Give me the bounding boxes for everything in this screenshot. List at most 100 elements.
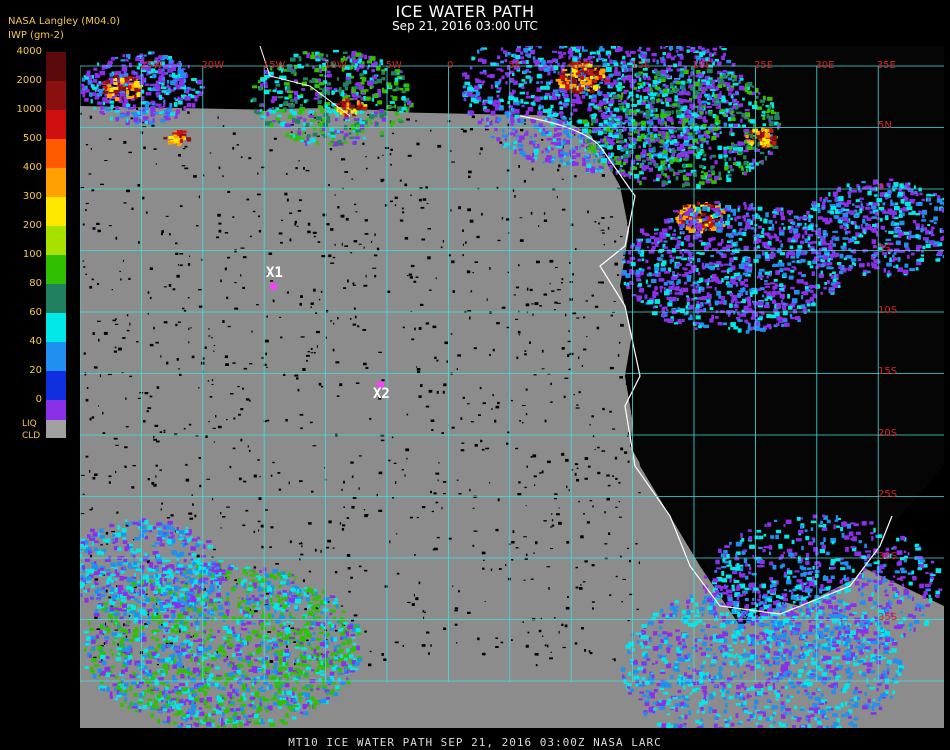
ice-cloud-pixel: [721, 295, 725, 301]
ice-cloud-pixel: [712, 79, 716, 83]
ice-cloud-pixel: [659, 122, 665, 125]
clear-sky-pixel: [572, 273, 574, 276]
clear-sky-pixel: [402, 326, 405, 329]
ice-cloud-pixel: [353, 86, 360, 90]
ice-cloud-pixel: [591, 149, 597, 153]
ice-cloud-pixel: [84, 98, 89, 102]
ice-cloud-pixel: [299, 107, 306, 111]
clear-sky-pixel: [300, 541, 302, 543]
clear-sky-pixel: [600, 229, 605, 231]
ice-cloud-pixel: [301, 88, 306, 91]
ice-cloud-pixel: [716, 61, 722, 66]
clear-sky-pixel: [522, 421, 524, 424]
ice-cloud-pixel: [288, 94, 293, 99]
clear-sky-pixel: [352, 323, 357, 326]
ice-cloud-pixel: [660, 70, 667, 75]
ice-cloud-pixel: [125, 58, 129, 62]
ice-cloud-pixel: [723, 84, 726, 88]
ice-cloud-pixel: [642, 149, 647, 153]
ice-cloud-pixel: [388, 105, 395, 108]
ice-cloud-pixel: [676, 46, 682, 50]
ice-cloud-pixel: [496, 62, 499, 66]
ice-cloud-pixel: [293, 96, 298, 101]
ice-cloud-pixel: [257, 80, 261, 84]
ice-cloud-pixel: [663, 46, 667, 49]
units-label: IWP (gm-2): [8, 30, 64, 41]
ice-cloud-pixel: [288, 104, 295, 108]
ice-cloud-pixel: [128, 85, 132, 89]
ice-cloud-pixel: [559, 84, 566, 89]
legend-swatch: [46, 284, 66, 313]
clear-sky-pixel: [514, 195, 516, 198]
ice-cloud-pixel: [578, 146, 581, 149]
clear-sky-pixel: [275, 563, 279, 565]
ice-cloud-pixel: [726, 177, 732, 183]
clear-sky-pixel: [297, 210, 302, 212]
clear-sky-pixel: [558, 507, 560, 509]
ice-cloud-pixel: [782, 305, 787, 311]
ice-cloud-pixel: [557, 132, 563, 136]
ice-cloud-pixel: [566, 134, 571, 138]
ice-cloud-pixel: [721, 55, 725, 61]
clear-sky-pixel: [497, 239, 501, 242]
ice-cloud-pixel: [771, 109, 775, 115]
ice-cloud-pixel: [318, 122, 323, 126]
ice-cloud-pixel: [636, 178, 640, 183]
ice-cloud-pixel: [602, 75, 606, 79]
clear-sky-pixel: [163, 429, 166, 432]
ice-cloud-pixel: [639, 171, 644, 175]
ice-cloud-pixel: [364, 54, 367, 60]
clear-sky-pixel: [344, 245, 349, 247]
ice-cloud-pixel: [696, 114, 700, 117]
ice-cloud-pixel: [595, 118, 599, 124]
clear-sky-pixel: [556, 289, 561, 291]
clear-sky-pixel: [100, 544, 103, 546]
ice-cloud-pixel: [166, 79, 170, 84]
clear-sky-pixel: [583, 513, 585, 515]
ice-cloud-pixel: [527, 154, 531, 160]
ice-cloud-pixel: [504, 59, 508, 63]
ice-cloud-pixel: [327, 82, 332, 86]
ice-cloud-pixel: [591, 123, 594, 126]
ice-cloud-pixel: [180, 130, 187, 133]
clear-sky-pixel: [506, 442, 509, 445]
clear-sky-pixel: [89, 469, 91, 473]
clear-sky-pixel: [519, 217, 523, 219]
ice-cloud-pixel: [98, 81, 101, 84]
ice-cloud-pixel: [635, 94, 639, 98]
ice-cloud-pixel: [542, 126, 546, 131]
clear-sky-pixel: [250, 235, 252, 238]
ice-cloud-pixel: [148, 51, 152, 55]
clear-sky-pixel: [363, 362, 367, 366]
clear-sky-pixel: [413, 280, 417, 283]
ice-cloud-pixel: [144, 83, 150, 86]
clear-sky-pixel: [549, 259, 554, 263]
clear-sky-pixel: [104, 160, 108, 161]
clear-sky-pixel: [296, 377, 299, 380]
clear-sky-pixel: [246, 198, 250, 201]
ice-cloud-pixel: [110, 87, 114, 92]
clear-sky-pixel: [460, 128, 464, 130]
ice-cloud-pixel: [490, 110, 496, 116]
clear-sky-pixel: [457, 354, 461, 357]
ice-cloud-pixel: [734, 303, 738, 306]
clear-sky-pixel: [147, 291, 150, 294]
ice-cloud-pixel: [596, 168, 601, 171]
legend-level-label: 0: [35, 394, 42, 405]
ice-cloud-pixel: [552, 58, 557, 62]
ice-cloud-pixel: [724, 166, 728, 171]
ice-cloud-pixel: [145, 92, 152, 96]
clear-sky-pixel: [458, 590, 460, 593]
ice-cloud-pixel: [598, 57, 604, 60]
clear-sky-pixel: [351, 178, 354, 180]
ice-cloud-pixel: [563, 102, 569, 106]
ice-cloud-pixel: [532, 143, 536, 147]
clear-sky-pixel: [90, 554, 92, 558]
clear-sky-pixel: [222, 516, 226, 518]
ice-cloud-pixel: [284, 96, 289, 100]
ice-cloud-pixel: [665, 139, 670, 143]
clear-sky-pixel: [462, 254, 464, 257]
ice-cloud-pixel: [578, 77, 581, 81]
ice-cloud-pixel: [110, 57, 115, 61]
ice-cloud-pixel: [266, 111, 270, 117]
